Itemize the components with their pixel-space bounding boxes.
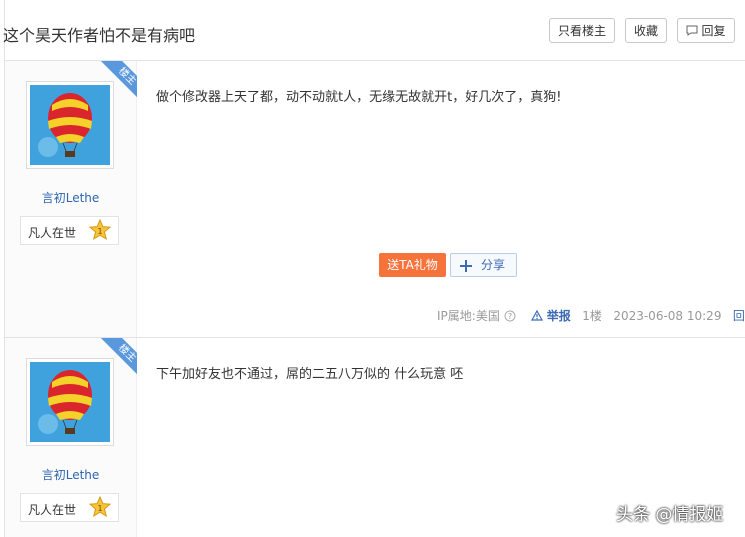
thread-header: 这个昊天作者怕不是有病吧 只看楼主 收藏 回复 [3, 0, 745, 61]
comment-icon [686, 25, 698, 36]
svg-text:1: 1 [97, 504, 102, 513]
thread-page: 这个昊天作者怕不是有病吧 只看楼主 收藏 回复 楼主 言初Lethe 凡人在世 … [3, 0, 745, 537]
watermark: 头条 @情报姬 [616, 505, 724, 525]
avatar[interactable] [26, 81, 114, 169]
share-label: 分享 [481, 258, 506, 272]
plus-icon [460, 260, 472, 272]
help-icon[interactable]: ? [504, 310, 516, 322]
post-author-panel: 楼主 言初Lethe 凡人在世 1 [5, 61, 137, 337]
svg-text:1: 1 [97, 227, 102, 236]
level-title: 凡人在世 [28, 226, 77, 240]
user-level-badge: 凡人在世 1 [20, 493, 119, 522]
thread-title: 这个昊天作者怕不是有病吧 [3, 26, 196, 45]
post-content: 下午加好友也不通过，屌的二五八万似的 什么玩意 呸 [156, 367, 464, 382]
balloon-avatar-icon [30, 85, 110, 165]
send-gift-button[interactable]: 送TA礼物 [379, 253, 446, 277]
post-author-panel: 楼主 言初Lethe 凡人在世 1 [5, 338, 137, 537]
post-content: 做个修改器上天了都，动不动就t人，无缘无故就开t，好几次了，真狗! [156, 90, 562, 105]
reply-button-label: 回复 [701, 24, 726, 38]
favorite-button[interactable]: 收藏 [625, 18, 667, 43]
level-star-icon: 1 [89, 219, 111, 241]
svg-text:?: ? [508, 312, 512, 321]
post-timestamp: 2023-06-08 10:29 [613, 309, 722, 323]
reply-button[interactable]: 回复 [677, 18, 735, 43]
level-star-icon: 1 [89, 496, 111, 518]
avatar[interactable] [26, 358, 114, 446]
reply-link[interactable]: 回复 [733, 309, 745, 323]
balloon-avatar-icon [30, 362, 110, 442]
warning-icon [530, 309, 543, 321]
username-link[interactable]: 言初Lethe [5, 466, 136, 483]
user-level-badge: 凡人在世 1 [20, 216, 119, 245]
username-link[interactable]: 言初Lethe [5, 189, 136, 206]
share-button[interactable]: 分享 [450, 253, 517, 277]
only-op-button[interactable]: 只看楼主 [549, 18, 615, 43]
post-floor-1: 楼主 言初Lethe 凡人在世 1 做个修改器上天了都，动不动就t人，无缘无故就… [5, 61, 745, 338]
level-title: 凡人在世 [28, 503, 77, 517]
post-meta: IP属地:美国 ? 举报 1楼 2023-06-08 10:29 回复 [437, 307, 745, 324]
report-link[interactable]: 举报 [547, 309, 571, 323]
floor-number: 1楼 [582, 309, 602, 323]
ip-location: IP属地:美国 [437, 309, 500, 323]
